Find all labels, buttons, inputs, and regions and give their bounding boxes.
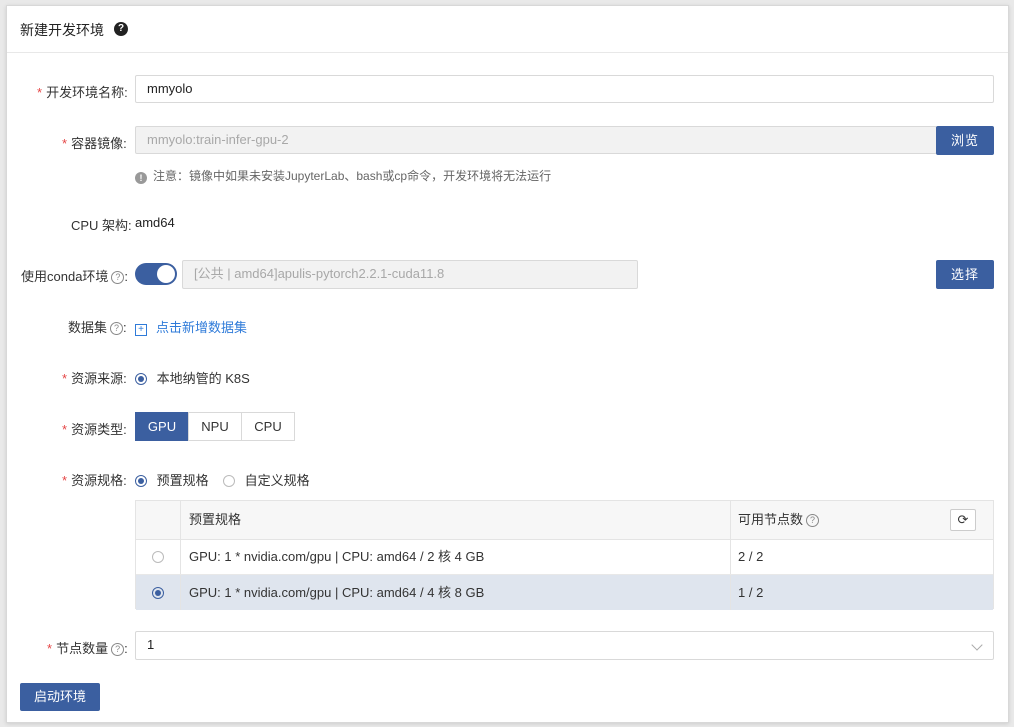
select-button[interactable]: 选择 xyxy=(936,260,994,289)
required-mark: * xyxy=(47,641,53,656)
conda-toggle[interactable] xyxy=(135,263,177,285)
header-spec: 预置规格 xyxy=(189,512,242,527)
required-mark: * xyxy=(62,473,68,488)
required-mark: * xyxy=(62,136,68,151)
required-mark: * xyxy=(62,422,68,437)
env-name-input[interactable]: mmyolo xyxy=(135,75,994,103)
image-input: mmyolo:train-infer-gpu-2 xyxy=(135,126,937,154)
resource-source-radio[interactable]: 本地纳管的 K8S xyxy=(135,368,250,387)
row-spec: GPU: 1 * nvidia.com/gpu | CPU: amd64 / 2… xyxy=(189,549,485,564)
browse-button[interactable]: 浏览 xyxy=(936,126,994,155)
spec-table: 预置规格 可用节点数? ⟳ GPU: 1 * nvidia.com/gpu | … xyxy=(135,500,994,610)
help-icon[interactable]: ? xyxy=(114,22,128,36)
radio-checked-icon[interactable] xyxy=(135,475,147,487)
refresh-icon[interactable]: ⟳ xyxy=(950,509,976,531)
type-npu-button[interactable]: NPU xyxy=(188,412,242,441)
conda-env-input: [公共 | amd64]apulis-pytorch2.2.1-cuda11.8 xyxy=(182,260,638,289)
type-gpu-button[interactable]: GPU xyxy=(135,412,189,441)
resource-type-label: * 资源类型: xyxy=(62,422,127,437)
toggle-knob xyxy=(157,265,175,283)
resource-spec-label: * 资源规格: xyxy=(62,473,127,488)
resource-source-label: * 资源来源: xyxy=(62,371,127,386)
spec-custom-radio[interactable]: 自定义规格 xyxy=(223,470,310,489)
question-icon[interactable]: ? xyxy=(110,322,124,335)
node-count-select[interactable]: 1 xyxy=(135,631,994,660)
conda-label: 使用conda环境?: xyxy=(21,269,129,284)
info-icon: ! xyxy=(135,172,147,184)
type-cpu-button[interactable]: CPU xyxy=(241,412,295,441)
question-icon[interactable]: ? xyxy=(111,271,125,284)
image-note: ! 注意：镜像中如果未安装JupyterLab、bash或cp命令，开发环境将无法… xyxy=(135,167,551,184)
chevron-down-icon xyxy=(971,639,983,651)
radio-unchecked-icon[interactable] xyxy=(152,551,164,563)
cpu-arch-label: CPU 架构: xyxy=(71,218,132,233)
required-mark: * xyxy=(37,85,43,100)
spec-preset-radio[interactable]: 预置规格 xyxy=(135,470,209,489)
create-env-panel: 新建开发环境 ? * 开发环境名称: mmyolo * 容器镜像: mmyolo:t… xyxy=(6,5,1009,723)
row-nodes: 2 / 2 xyxy=(738,549,764,564)
radio-checked-icon[interactable] xyxy=(135,373,147,385)
panel-header: 新建开发环境 ? xyxy=(7,6,1008,53)
env-name-label: * 开发环境名称: xyxy=(37,85,128,100)
cpu-arch-value: amd64 xyxy=(135,215,175,230)
question-icon[interactable]: ? xyxy=(111,643,125,656)
page-title: 新建开发环境 xyxy=(20,22,104,38)
add-dataset-link[interactable]: + 点击新增数据集 xyxy=(135,317,247,336)
table-header: 预置规格 可用节点数? ⟳ xyxy=(136,501,993,540)
question-icon[interactable]: ? xyxy=(806,514,820,527)
dataset-label: 数据集?: xyxy=(68,320,127,335)
start-env-button[interactable]: 启动环境 xyxy=(20,683,100,711)
row-spec: GPU: 1 * nvidia.com/gpu | CPU: amd64 / 4… xyxy=(189,585,485,600)
radio-checked-icon[interactable] xyxy=(152,587,164,599)
node-count-label: * 节点数量?: xyxy=(47,641,128,656)
add-square-icon: + xyxy=(135,324,147,336)
row-nodes: 1 / 2 xyxy=(738,585,764,600)
required-mark: * xyxy=(62,371,68,386)
table-row[interactable]: GPU: 1 * nvidia.com/gpu | CPU: amd64 / 2… xyxy=(136,539,993,575)
header-nodes: 可用节点数? xyxy=(738,501,820,539)
radio-unchecked-icon[interactable] xyxy=(223,475,235,487)
table-row[interactable]: GPU: 1 * nvidia.com/gpu | CPU: amd64 / 4… xyxy=(136,575,993,610)
image-label: * 容器镜像: xyxy=(62,136,127,151)
